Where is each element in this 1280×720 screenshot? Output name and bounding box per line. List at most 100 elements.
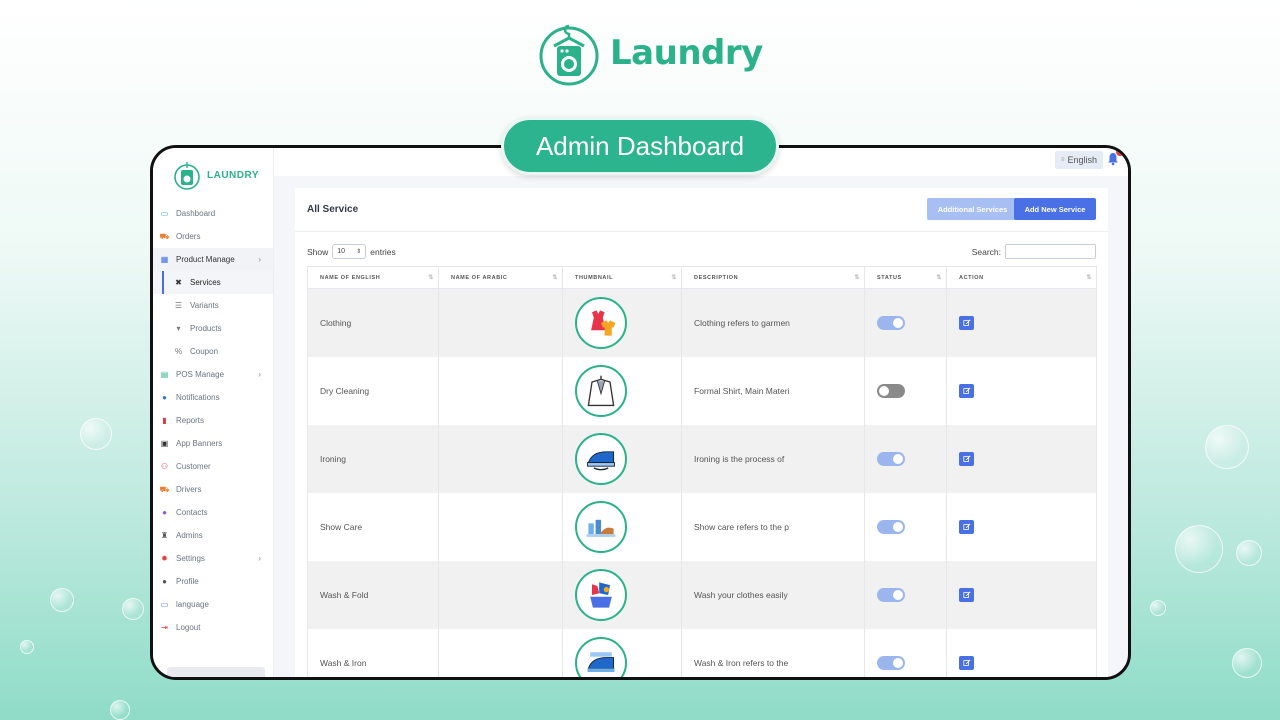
search-input[interactable] bbox=[1005, 244, 1096, 259]
column-header-thumbnail[interactable]: THUMBNAIL ⇅ bbox=[562, 266, 682, 289]
table-row: Show Care Show care refers to the p bbox=[307, 492, 1097, 561]
status-toggle[interactable] bbox=[877, 519, 905, 534]
cell-action bbox=[946, 492, 1097, 561]
edit-icon bbox=[962, 590, 971, 598]
sidebar-item-logout[interactable]: ⇥ Logout bbox=[153, 616, 273, 639]
ironing-thumbnail-icon bbox=[575, 432, 627, 485]
chevron-right-icon: › bbox=[258, 554, 261, 563]
column-header-label: NAME OF ENGLISH bbox=[320, 274, 381, 281]
sidebar-item-coupon[interactable]: % Coupon bbox=[153, 340, 273, 363]
cell-thumbnail bbox=[562, 492, 682, 561]
edit-button[interactable] bbox=[959, 655, 974, 670]
cell-name-en: Dry Cleaning bbox=[307, 356, 439, 425]
additional-services-button[interactable]: Additional Services bbox=[927, 198, 1018, 220]
sort-icon: ⇅ bbox=[1086, 275, 1092, 281]
toggle-knob bbox=[893, 589, 903, 600]
monitor-icon: ▭ bbox=[160, 209, 169, 218]
status-toggle[interactable] bbox=[877, 587, 905, 602]
status-toggle[interactable] bbox=[877, 451, 905, 466]
cell-status bbox=[864, 356, 947, 425]
sidebar-item-label: Orders bbox=[176, 232, 201, 241]
sidebar-menu: ▭ Dashboard ⛟ Orders ▦ Product Manage › ✖ Ser… bbox=[153, 202, 273, 639]
sidebar-item-label: Coupon bbox=[190, 347, 219, 356]
status-toggle[interactable] bbox=[877, 655, 905, 670]
column-header-name-ar[interactable]: NAME OF ARABIC ⇅ bbox=[438, 266, 563, 289]
status-toggle[interactable] bbox=[877, 315, 905, 330]
sidebar-item-pos-manage[interactable]: ▤ POS Manage › bbox=[153, 363, 273, 386]
sidebar-item-label: Services bbox=[190, 278, 221, 287]
toggle-knob bbox=[893, 521, 903, 532]
dry-cleaning-thumbnail-icon bbox=[575, 364, 627, 417]
cell-name-ar bbox=[438, 628, 563, 677]
table-row: Clothing Clothing refers to garmen bbox=[307, 288, 1097, 357]
sidebar-scrollbar[interactable] bbox=[167, 667, 265, 677]
column-header-label: ACTION bbox=[959, 274, 984, 281]
add-new-service-button[interactable]: Add New Service bbox=[1014, 198, 1096, 220]
sidebar-item-language[interactable]: ▭ language bbox=[153, 593, 273, 616]
sidebar-item-customer[interactable]: ⚇ Customer bbox=[153, 455, 273, 478]
sidebar-item-orders[interactable]: ⛟ Orders bbox=[153, 225, 273, 248]
cell-description: Wash & Iron refers to the bbox=[681, 628, 865, 677]
status-toggle[interactable] bbox=[877, 383, 905, 398]
dashboard-frame: LAUNDRY ▭ Dashboard ⛟ Orders ▦ Product Mana… bbox=[150, 145, 1131, 680]
column-header-description[interactable]: DESCRIPTION ⇅ bbox=[681, 266, 865, 289]
gear-icon: ✹ bbox=[161, 554, 168, 563]
edit-button[interactable] bbox=[959, 587, 974, 602]
edit-button[interactable] bbox=[959, 315, 974, 330]
column-header-label: THUMBNAIL bbox=[575, 274, 614, 281]
sidebar-item-drivers[interactable]: ⛟ Drivers bbox=[153, 478, 273, 501]
sidebar-logo[interactable]: LAUNDRY bbox=[153, 148, 273, 194]
laundry-logo-icon bbox=[174, 162, 200, 190]
sidebar-item-notifications[interactable]: ● Notifications bbox=[153, 386, 273, 409]
sidebar-item-contacts[interactable]: ● Contacts bbox=[153, 501, 273, 524]
column-header-status[interactable]: STATUS ⇅ bbox=[864, 266, 947, 289]
sidebar-item-label: Products bbox=[190, 324, 222, 333]
edit-icon bbox=[962, 386, 971, 394]
sidebar-item-label: Dashboard bbox=[176, 209, 216, 218]
cell-description: Ironing is the process of bbox=[681, 424, 865, 493]
column-header-action[interactable]: ACTION ⇅ bbox=[946, 266, 1097, 289]
brand-name: Laundry bbox=[610, 33, 763, 73]
cell-name-ar bbox=[438, 492, 563, 561]
sidebar-item-profile[interactable]: ● Profile bbox=[153, 570, 273, 593]
sidebar-item-label: Notifications bbox=[176, 393, 220, 402]
service-name: Dry Cleaning bbox=[320, 385, 370, 396]
language-icon: ▭ bbox=[160, 600, 169, 609]
language-selector[interactable]: ≡ English bbox=[1054, 151, 1103, 169]
sidebar-item-app-banners[interactable]: ▣ App Banners bbox=[153, 432, 273, 455]
sidebar-item-label: Contacts bbox=[176, 508, 208, 517]
service-name: Clothing bbox=[320, 317, 352, 328]
sidebar-item-variants[interactable]: ☰ Variants bbox=[153, 294, 273, 317]
cell-thumbnail bbox=[562, 628, 682, 677]
edit-button[interactable] bbox=[959, 383, 974, 398]
wash-iron-thumbnail-icon bbox=[575, 636, 627, 677]
sidebar-item-label: Profile bbox=[176, 577, 199, 586]
sidebar-item-label: language bbox=[176, 600, 209, 609]
service-name: Wash & Fold bbox=[320, 589, 369, 600]
sidebar-item-reports[interactable]: ▮ Reports bbox=[153, 409, 273, 432]
store-icon: ▤ bbox=[160, 370, 169, 379]
column-header-name-en[interactable]: NAME OF ENGLISH ⇅ bbox=[307, 266, 439, 289]
sidebar-item-settings[interactable]: ✹ Settings › bbox=[153, 547, 273, 570]
edit-button[interactable] bbox=[959, 451, 974, 466]
sidebar-item-product-manage[interactable]: ▦ Product Manage › bbox=[153, 248, 273, 271]
cell-status bbox=[864, 560, 947, 629]
entries-select[interactable]: 10 ⇕ bbox=[332, 244, 367, 259]
services-card: All Service Additional Services Add New … bbox=[295, 188, 1108, 677]
sidebar-item-services[interactable]: ✖ Services bbox=[153, 271, 273, 294]
wash-fold-thumbnail-icon bbox=[575, 568, 627, 621]
cell-thumbnail bbox=[562, 356, 682, 425]
sidebar-item-label: POS Manage bbox=[176, 370, 225, 379]
cell-status bbox=[864, 424, 947, 493]
show-label: Show bbox=[307, 246, 329, 257]
sidebar-item-admins[interactable]: ♜ Admins bbox=[153, 524, 273, 547]
table-controls: Show 10 ⇕ entries Search: bbox=[295, 232, 1108, 266]
edit-button[interactable] bbox=[959, 519, 974, 534]
sidebar-item-label: Drivers bbox=[176, 485, 202, 494]
sidebar-item-products[interactable]: ▾ Products bbox=[153, 317, 273, 340]
table-header-row: NAME OF ENGLISH ⇅ NAME OF ARABIC ⇅ THUMBNA… bbox=[307, 266, 1097, 289]
services-table: NAME OF ENGLISH ⇅ NAME OF ARABIC ⇅ THUMBNA… bbox=[307, 266, 1097, 677]
shoe-care-thumbnail-icon bbox=[575, 500, 627, 553]
bubble-decoration bbox=[1175, 525, 1223, 573]
sidebar-item-dashboard[interactable]: ▭ Dashboard bbox=[153, 202, 273, 225]
